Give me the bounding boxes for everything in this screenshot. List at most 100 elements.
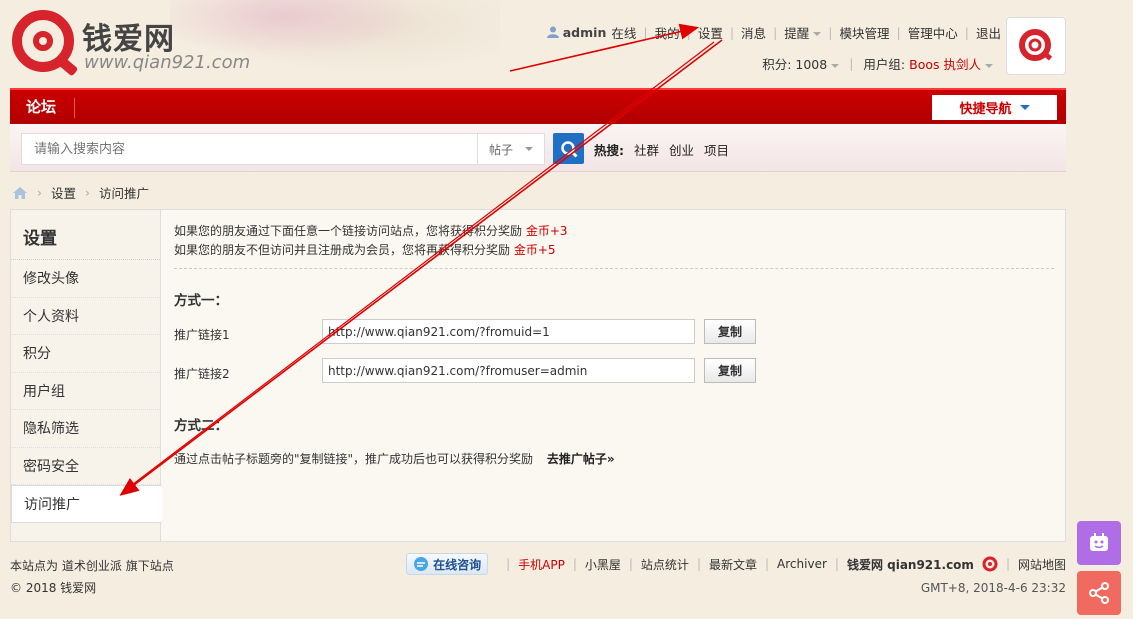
footer-site-suffix: 旗下站点 bbox=[125, 559, 174, 573]
copy-link-2-button[interactable]: 复制 bbox=[704, 358, 756, 383]
nav-my[interactable]: 我的 bbox=[655, 23, 680, 42]
nav-reminders[interactable]: 提醒 bbox=[784, 23, 822, 42]
search-input[interactable] bbox=[21, 133, 478, 165]
usergroup-label: 用户组: bbox=[863, 57, 906, 72]
footer-link-articles[interactable]: 最新文章 bbox=[709, 556, 757, 573]
intro-reward-1: 金币+3 bbox=[525, 224, 568, 238]
username[interactable]: admin bbox=[563, 25, 607, 40]
intro-reward-2: 金币+5 bbox=[513, 243, 556, 257]
user-nav: admin 在线 | 我的 | 设置 | 消息 | 提醒 | 模块管理 | 管理… bbox=[546, 23, 1001, 42]
usergroup-menu[interactable]: Boos 执剑人 bbox=[909, 54, 993, 73]
hot-search-item[interactable]: 创业 bbox=[669, 143, 694, 158]
promo-link-row: 推广链接2 复制 bbox=[174, 358, 1054, 388]
copy-link-1-button[interactable]: 复制 bbox=[704, 319, 756, 344]
logo-url: www.qian921.com bbox=[84, 52, 251, 73]
copyright: © 2018 钱爱网 bbox=[10, 581, 97, 595]
promo-link-1-field[interactable] bbox=[322, 319, 695, 344]
nav-forum[interactable]: 论坛 bbox=[26, 96, 56, 117]
online-consult-button[interactable]: 在线咨询 bbox=[406, 553, 489, 575]
hot-search-item[interactable]: 项目 bbox=[704, 143, 729, 158]
promo-link-label: 推广链接1 bbox=[174, 328, 230, 342]
navbar-divider bbox=[74, 98, 75, 118]
promo-link-2-field[interactable] bbox=[322, 358, 695, 383]
sidebar-item-privacy[interactable]: 隐私筛选 bbox=[11, 410, 160, 448]
search-bar: 帖子 热搜: 社群 创业 项目 bbox=[10, 124, 1066, 172]
breadcrumb: › 设置 › 访问推广 bbox=[12, 183, 149, 202]
sidebar-title: 设置 bbox=[11, 210, 160, 260]
footer-links: 在线咨询 | 手机APP | 小黑屋 | 站点统计 | 最新文章 | Archi… bbox=[406, 553, 1066, 575]
settings-sidebar: 设置 修改头像 个人资料 积分 用户组 隐私筛选 密码安全 访问推广 bbox=[11, 210, 162, 541]
breadcrumb-item[interactable]: 设置 bbox=[51, 183, 76, 202]
intro-line-1: 如果您的朋友通过下面任意一个链接访问站点，您将获得积分奖励 bbox=[174, 224, 526, 238]
points-label: 积分: 1008 bbox=[762, 57, 828, 72]
nav-module-admin[interactable]: 模块管理 bbox=[840, 23, 890, 42]
hot-searches: 热搜: 社群 创业 项目 bbox=[594, 140, 735, 159]
breadcrumb-item[interactable]: 访问推广 bbox=[99, 183, 149, 202]
chevron-down-icon bbox=[985, 63, 993, 68]
footer-link-archiver[interactable]: Archiver bbox=[777, 557, 827, 571]
avatar-logo-icon bbox=[1019, 29, 1053, 61]
settings-panel: 设置 修改头像 个人资料 积分 用户组 隐私筛选 密码安全 访问推广 如果您的朋… bbox=[10, 209, 1066, 542]
nav-messages[interactable]: 消息 bbox=[741, 23, 766, 42]
nav-admin-center[interactable]: 管理中心 bbox=[908, 23, 958, 42]
logo-q-icon bbox=[12, 10, 74, 72]
avatar[interactable] bbox=[1006, 17, 1066, 75]
sidebar-item-promotion[interactable]: 访问推广 bbox=[11, 485, 162, 523]
method-2-text: 通过点击帖子标题旁的"复制链接"，推广成功后也可以获得积分奖励 bbox=[174, 452, 534, 466]
floating-share-button[interactable] bbox=[1077, 571, 1121, 615]
footer-link-blacklist[interactable]: 小黑屋 bbox=[585, 556, 621, 573]
promotion-content: 如果您的朋友通过下面任意一个链接访问站点，您将获得积分奖励 金币+3 如果您的朋… bbox=[174, 222, 1054, 467]
quick-nav-label: 快捷导航 bbox=[959, 102, 1012, 117]
intro-line-2: 如果您的朋友不但访问并且注册成为会员，您将再获得积分奖励 bbox=[174, 243, 514, 257]
footer-org-link[interactable]: 道术创业派 bbox=[62, 559, 122, 573]
promo-link-label: 推广链接2 bbox=[174, 367, 230, 381]
method-2-title: 方式二： bbox=[174, 418, 228, 434]
promo-link-row: 推广链接1 复制 bbox=[174, 319, 1054, 349]
search-button[interactable] bbox=[553, 133, 584, 164]
sidebar-item-profile[interactable]: 个人资料 bbox=[11, 298, 160, 335]
online-consult-label: 在线咨询 bbox=[433, 557, 482, 572]
brand-logo-icon bbox=[982, 556, 998, 572]
sidebar-item-points[interactable]: 积分 bbox=[11, 335, 160, 373]
sidebar-item-avatar[interactable]: 修改头像 bbox=[11, 260, 160, 298]
method-1-title: 方式一： bbox=[174, 293, 228, 309]
chevron-down-icon bbox=[813, 32, 822, 36]
robot-icon bbox=[1090, 533, 1108, 551]
nav-settings[interactable]: 设置 bbox=[698, 23, 723, 42]
hot-search-label: 热搜: bbox=[594, 143, 624, 158]
footer-site-prefix: 本站点为 bbox=[10, 559, 59, 573]
user-stats: 积分: 1008 | 用户组: Boos 执剑人 bbox=[762, 54, 993, 73]
search-type-select[interactable]: 帖子 bbox=[477, 133, 545, 165]
footer-link-app[interactable]: 手机APP bbox=[518, 556, 565, 573]
chevron-down-icon bbox=[831, 63, 840, 68]
promote-threads-link[interactable]: 去推广帖子» bbox=[547, 452, 615, 466]
user-icon bbox=[546, 26, 559, 38]
home-icon[interactable] bbox=[12, 186, 28, 200]
promotion-intro: 如果您的朋友通过下面任意一个链接访问站点，您将获得积分奖励 金币+3 如果您的朋… bbox=[174, 222, 1054, 260]
points-menu[interactable]: 积分: 1008 bbox=[762, 54, 840, 73]
nav-reminders-label: 提醒 bbox=[784, 25, 810, 41]
nav-logout[interactable]: 退出 bbox=[976, 23, 1001, 42]
footer-link-sitemap[interactable]: 网站地图 bbox=[1018, 556, 1066, 573]
chevron-down-icon bbox=[525, 147, 533, 151]
chat-icon bbox=[414, 557, 429, 571]
main-navbar: 论坛 快捷导航 bbox=[10, 88, 1066, 124]
sidebar-item-usergroup[interactable]: 用户组 bbox=[11, 373, 160, 410]
site-logo[interactable]: 钱爱网 www.qian921.com bbox=[12, 8, 292, 78]
footer-brand[interactable]: 钱爱网 qian921.com bbox=[847, 556, 974, 573]
chevron-down-icon bbox=[1019, 105, 1030, 110]
server-time: GMT+8, 2018-4-6 23:32 bbox=[920, 581, 1066, 595]
footer-link-stats[interactable]: 站点统计 bbox=[641, 556, 689, 573]
search-type-label: 帖子 bbox=[488, 142, 513, 157]
method-2-description: 通过点击帖子标题旁的"复制链接"，推广成功后也可以获得积分奖励 去推广帖子» bbox=[174, 450, 1054, 467]
search-icon bbox=[560, 140, 578, 158]
footer-left: 本站点为 道术创业派 旗下站点 © 2018 钱爱网 bbox=[10, 555, 174, 599]
hot-search-item[interactable]: 社群 bbox=[634, 143, 659, 158]
floating-bot-button[interactable] bbox=[1077, 521, 1121, 565]
divider bbox=[174, 268, 1054, 269]
usergroup-value: Boos 执剑人 bbox=[909, 57, 981, 72]
sidebar-item-password[interactable]: 密码安全 bbox=[11, 448, 160, 485]
online-status: 在线 bbox=[611, 25, 637, 41]
quick-nav-button[interactable]: 快捷导航 bbox=[932, 95, 1057, 120]
share-icon bbox=[1089, 582, 1109, 604]
